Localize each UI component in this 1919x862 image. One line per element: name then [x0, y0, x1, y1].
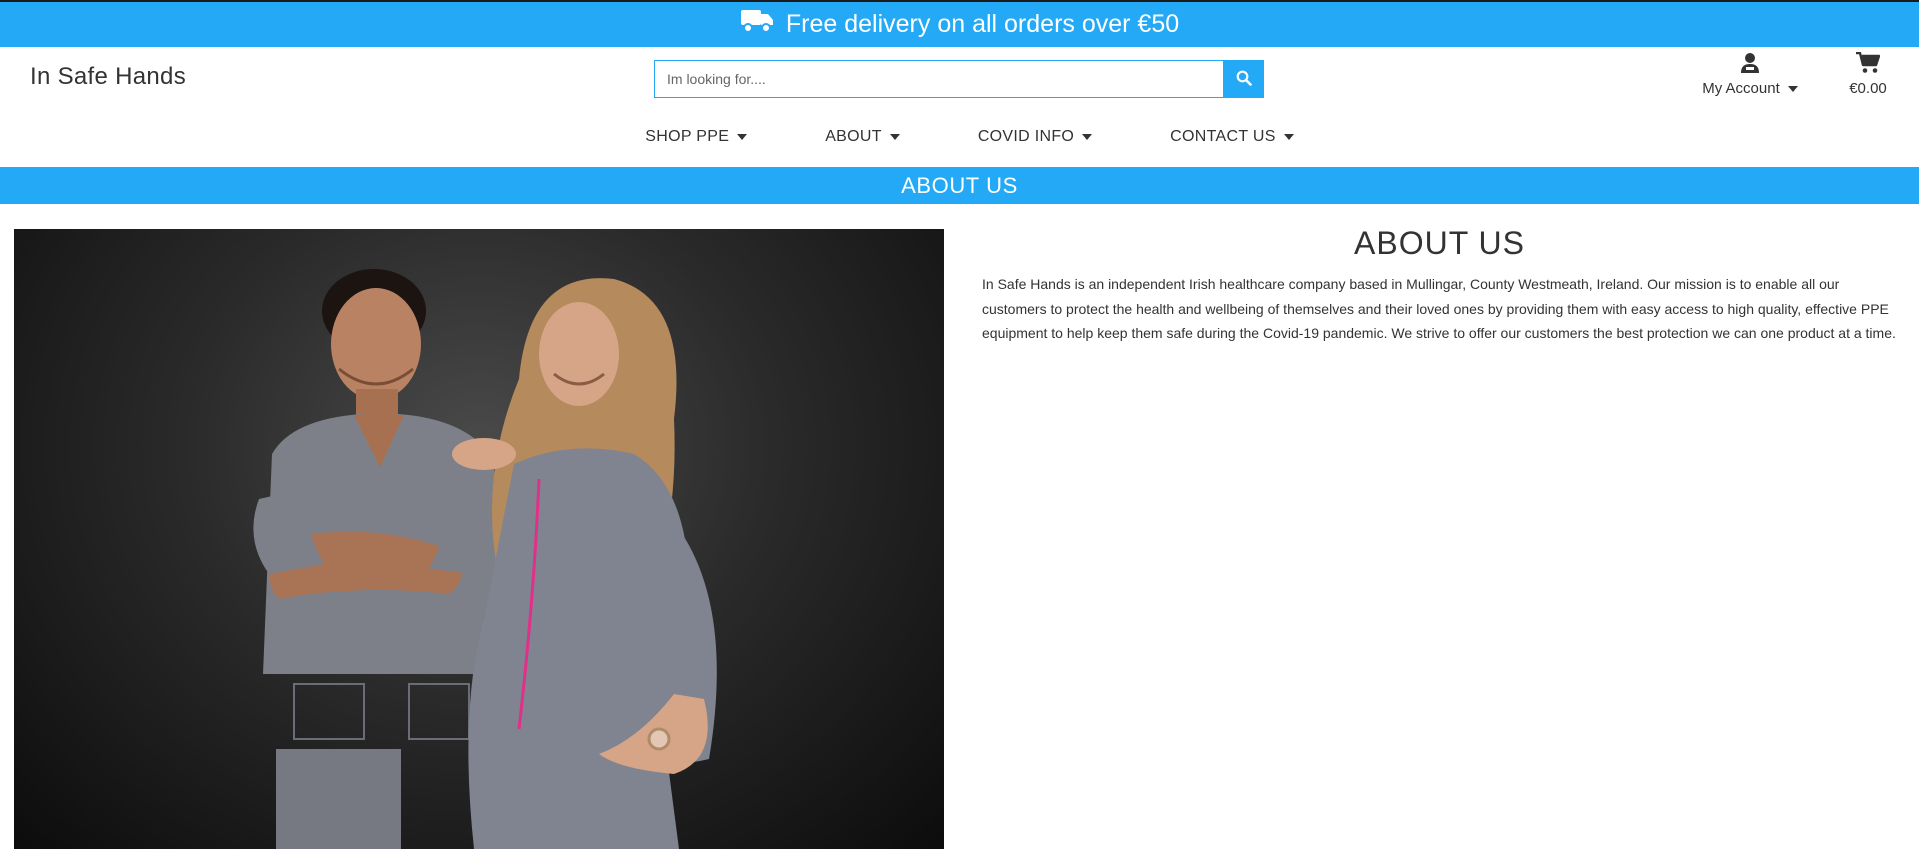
nav-contact-us[interactable]: CONTACT US	[1145, 122, 1319, 152]
delivery-banner-text: Free delivery on all orders over €50	[785, 10, 1180, 38]
page-title-bar: ABOUT US	[0, 167, 1919, 204]
search-button[interactable]	[1223, 60, 1264, 98]
nav-covid-info-label: COVID INFO	[977, 128, 1075, 145]
my-account-label: My Account	[1702, 80, 1780, 97]
shopping-cart[interactable]: €0.00	[1838, 51, 1898, 97]
nav-contact-us-label: CONTACT US	[1170, 128, 1276, 145]
truck-icon	[740, 8, 774, 41]
caret-down-icon	[737, 134, 748, 140]
nav-shop-ppe-label: SHOP PPE	[645, 128, 730, 145]
nav-about-label: ABOUT	[825, 128, 882, 145]
shopping-cart-icon	[1856, 51, 1881, 78]
staff-photo	[14, 229, 944, 849]
nav-shop-ppe[interactable]: SHOP PPE	[620, 122, 772, 152]
caret-down-icon	[1283, 134, 1294, 140]
user-icon	[1741, 52, 1759, 78]
search-icon	[1236, 70, 1252, 89]
delivery-banner: Free delivery on all orders over €50	[0, 0, 1919, 47]
about-heading: ABOUT US	[1354, 225, 1525, 261]
search-bar	[654, 60, 1264, 98]
about-section: ABOUT US In Safe Hands is an independent…	[982, 225, 1897, 346]
main-navigation: SHOP PPE ABOUT COVID INFO CONTACT US	[0, 122, 1919, 152]
nav-covid-info[interactable]: COVID INFO	[953, 122, 1117, 152]
caret-down-icon	[1787, 85, 1798, 92]
staff-illustration	[253, 269, 717, 849]
cart-total: €0.00	[1849, 80, 1887, 97]
caret-down-icon	[889, 134, 900, 140]
nav-about[interactable]: ABOUT	[800, 122, 925, 152]
caret-down-icon	[1082, 134, 1093, 140]
page-title: ABOUT US	[901, 172, 1018, 198]
about-text: In Safe Hands is an independent Irish he…	[982, 276, 1896, 341]
my-account-menu[interactable]: My Account	[1690, 52, 1810, 97]
brand-logo[interactable]: In Safe Hands	[30, 63, 186, 91]
search-input[interactable]	[654, 60, 1223, 98]
